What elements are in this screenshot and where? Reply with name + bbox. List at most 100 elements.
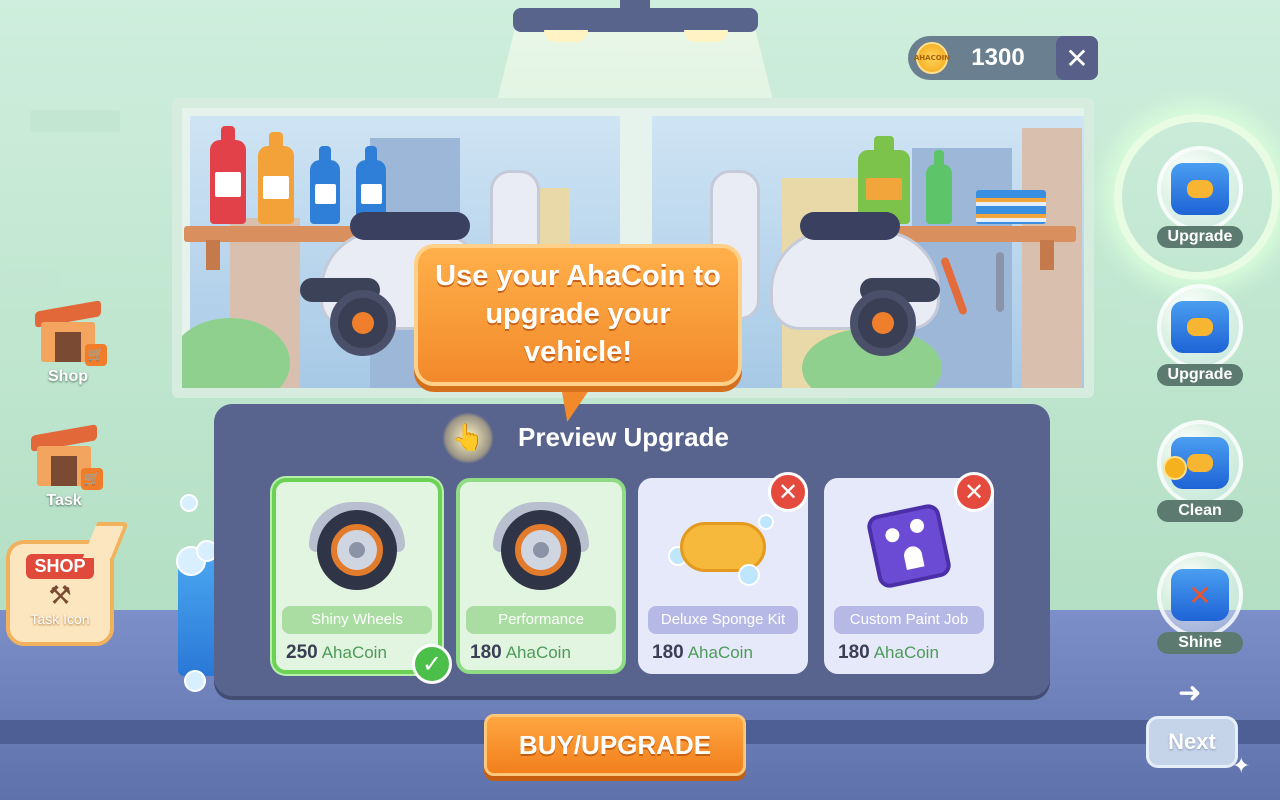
- next-arrow-icon: ➜: [1178, 676, 1202, 709]
- upgrade-card-performance[interactable]: Performance 180 AhaCoin: [456, 478, 626, 674]
- wrench-icon: ✕: [1188, 578, 1212, 612]
- scooter-wheel: [850, 290, 916, 356]
- price-unit: AhaCoin: [873, 643, 939, 662]
- locked-x-icon[interactable]: ✕: [954, 472, 994, 512]
- price-value: 180: [838, 642, 870, 663]
- foam-bubble: [180, 494, 198, 512]
- card-price: 180 AhaCoin: [652, 642, 753, 664]
- card-name: Custom Paint Job: [834, 606, 984, 634]
- coin-balance-bar: AHACOIN 1300 ✕: [908, 36, 1098, 80]
- paint-icon: [858, 495, 960, 597]
- hub: [533, 542, 549, 558]
- scooter-wheel: [330, 290, 396, 356]
- card-name: Deluxe Sponge Kit: [648, 606, 798, 634]
- buy-upgrade-button[interactable]: BUY/UPGRADE: [484, 714, 746, 776]
- card-price: 250 AhaCoin: [286, 642, 387, 664]
- wheel-icon: [493, 502, 589, 590]
- shop-badge-label: Task Icon: [30, 611, 90, 627]
- cart-icon: 🛒: [85, 344, 107, 366]
- panel-title: Preview Upgrade: [518, 422, 729, 452]
- task-icon-shop-badge[interactable]: SHOP ⚒ Task Icon: [6, 540, 114, 646]
- bottle-label: [263, 175, 289, 200]
- sponge-icon: [668, 506, 778, 586]
- task-icon: 🛒: [31, 424, 103, 490]
- bucket-sponge-icon: [1157, 146, 1243, 232]
- card-name: Performance: [466, 606, 616, 634]
- selected-check-icon: ✓: [412, 644, 452, 684]
- locked-x-icon[interactable]: ✕: [768, 472, 808, 512]
- towel-stack: [976, 190, 1046, 224]
- coin-icon: [1163, 456, 1187, 480]
- price-value: 250: [286, 642, 318, 663]
- tools-icon: ⚒: [48, 581, 72, 611]
- sponge: [1187, 180, 1213, 198]
- upgrade-card-deluxe-sponge-kit[interactable]: Deluxe Sponge Kit 180 AhaCoin ✕: [638, 472, 808, 674]
- tap-hand-icon: 👆: [442, 412, 494, 464]
- card-price: 180 AhaCoin: [838, 642, 939, 664]
- shop-icon: 🛒: [35, 300, 107, 366]
- nav-upgrade-label-2: Upgrade: [1157, 364, 1243, 386]
- store-door: [55, 332, 81, 362]
- coin-amount: 1300: [971, 44, 1025, 71]
- shelf-bracket: [206, 240, 220, 270]
- card-name: Shiny Wheels: [282, 606, 432, 634]
- foam-bubble: [184, 670, 206, 692]
- price-value: 180: [470, 642, 502, 663]
- bucket-wrench-icon: ✕: [1157, 552, 1243, 638]
- price-value: 180: [652, 642, 684, 663]
- shop-sign: SHOP: [26, 554, 94, 579]
- upgrade-card-custom-paint-job[interactable]: Custom Paint Job 180 AhaCoin ✕: [824, 472, 994, 674]
- bucket-sponge-icon: [1157, 420, 1243, 506]
- bottle-icon: [258, 132, 294, 224]
- scooter-seat: [350, 212, 470, 240]
- scooter-seat: [800, 212, 900, 240]
- nav-upgrade-button-active[interactable]: Upgrade: [1152, 146, 1248, 248]
- nav-shop-label: Shop: [48, 368, 88, 385]
- bucket: [1171, 163, 1229, 215]
- shelf-bracket: [1040, 240, 1054, 270]
- wall-brick: [30, 110, 120, 132]
- preview-upgrade-panel: 👆 Preview Upgrade Shiny Wheels 250 AhaCoi…: [214, 404, 1050, 696]
- tooltip-text: Use your AhaCoin to upgrade your vehicle…: [435, 260, 721, 368]
- nav-task-label: Task: [46, 492, 82, 509]
- nav-shop-button[interactable]: 🛒 Shop: [20, 300, 116, 386]
- wall-brick: [0, 270, 60, 292]
- price-unit: AhaCoin: [687, 643, 753, 662]
- sponge: [1187, 454, 1213, 472]
- lamp-bulb: [684, 30, 728, 42]
- sponge: [1187, 318, 1213, 336]
- nav-upgrade-label: Upgrade: [1157, 226, 1243, 248]
- bottle-icon: [210, 126, 246, 224]
- close-icon: ✕: [1065, 41, 1089, 75]
- card-image: [276, 494, 438, 598]
- bubble: [758, 514, 774, 530]
- upgrade-card-shiny-wheels[interactable]: Shiny Wheels 250 AhaCoin ✓: [272, 478, 452, 684]
- bucket: [1171, 301, 1229, 353]
- nav-upgrade-button[interactable]: Upgrade: [1152, 284, 1248, 386]
- close-button[interactable]: ✕: [1056, 36, 1098, 80]
- card-price: 180 AhaCoin: [470, 642, 571, 664]
- next-button[interactable]: Next: [1146, 716, 1238, 768]
- store-door: [51, 456, 77, 486]
- cart-icon: 🛒: [81, 468, 103, 490]
- nav-task-button[interactable]: 🛒 Task: [16, 424, 112, 510]
- card-image: [460, 494, 622, 598]
- ahacoin-icon: AHACOIN: [914, 42, 950, 74]
- nav-clean-button[interactable]: Clean: [1152, 420, 1248, 522]
- lamp-bulb: [544, 30, 588, 42]
- bucket: ✕: [1171, 569, 1229, 621]
- sparkle-icon: ✦: [1232, 754, 1251, 779]
- tutorial-tooltip: Use your AhaCoin to upgrade your vehicle…: [414, 244, 742, 386]
- bubble: [738, 564, 760, 586]
- price-unit: AhaCoin: [505, 643, 571, 662]
- bucket-sponge-icon: [1157, 284, 1243, 370]
- wheel-icon: [309, 502, 405, 590]
- nav-shine-button[interactable]: ✕ Shine: [1152, 552, 1248, 654]
- hub: [349, 542, 365, 558]
- bottle-label: [215, 171, 241, 198]
- price-unit: AhaCoin: [321, 643, 387, 662]
- nav-clean-label: Clean: [1157, 500, 1243, 522]
- ceiling-lamp: [513, 8, 758, 32]
- wrench-icon: [996, 252, 1004, 312]
- nav-shine-label: Shine: [1157, 632, 1243, 654]
